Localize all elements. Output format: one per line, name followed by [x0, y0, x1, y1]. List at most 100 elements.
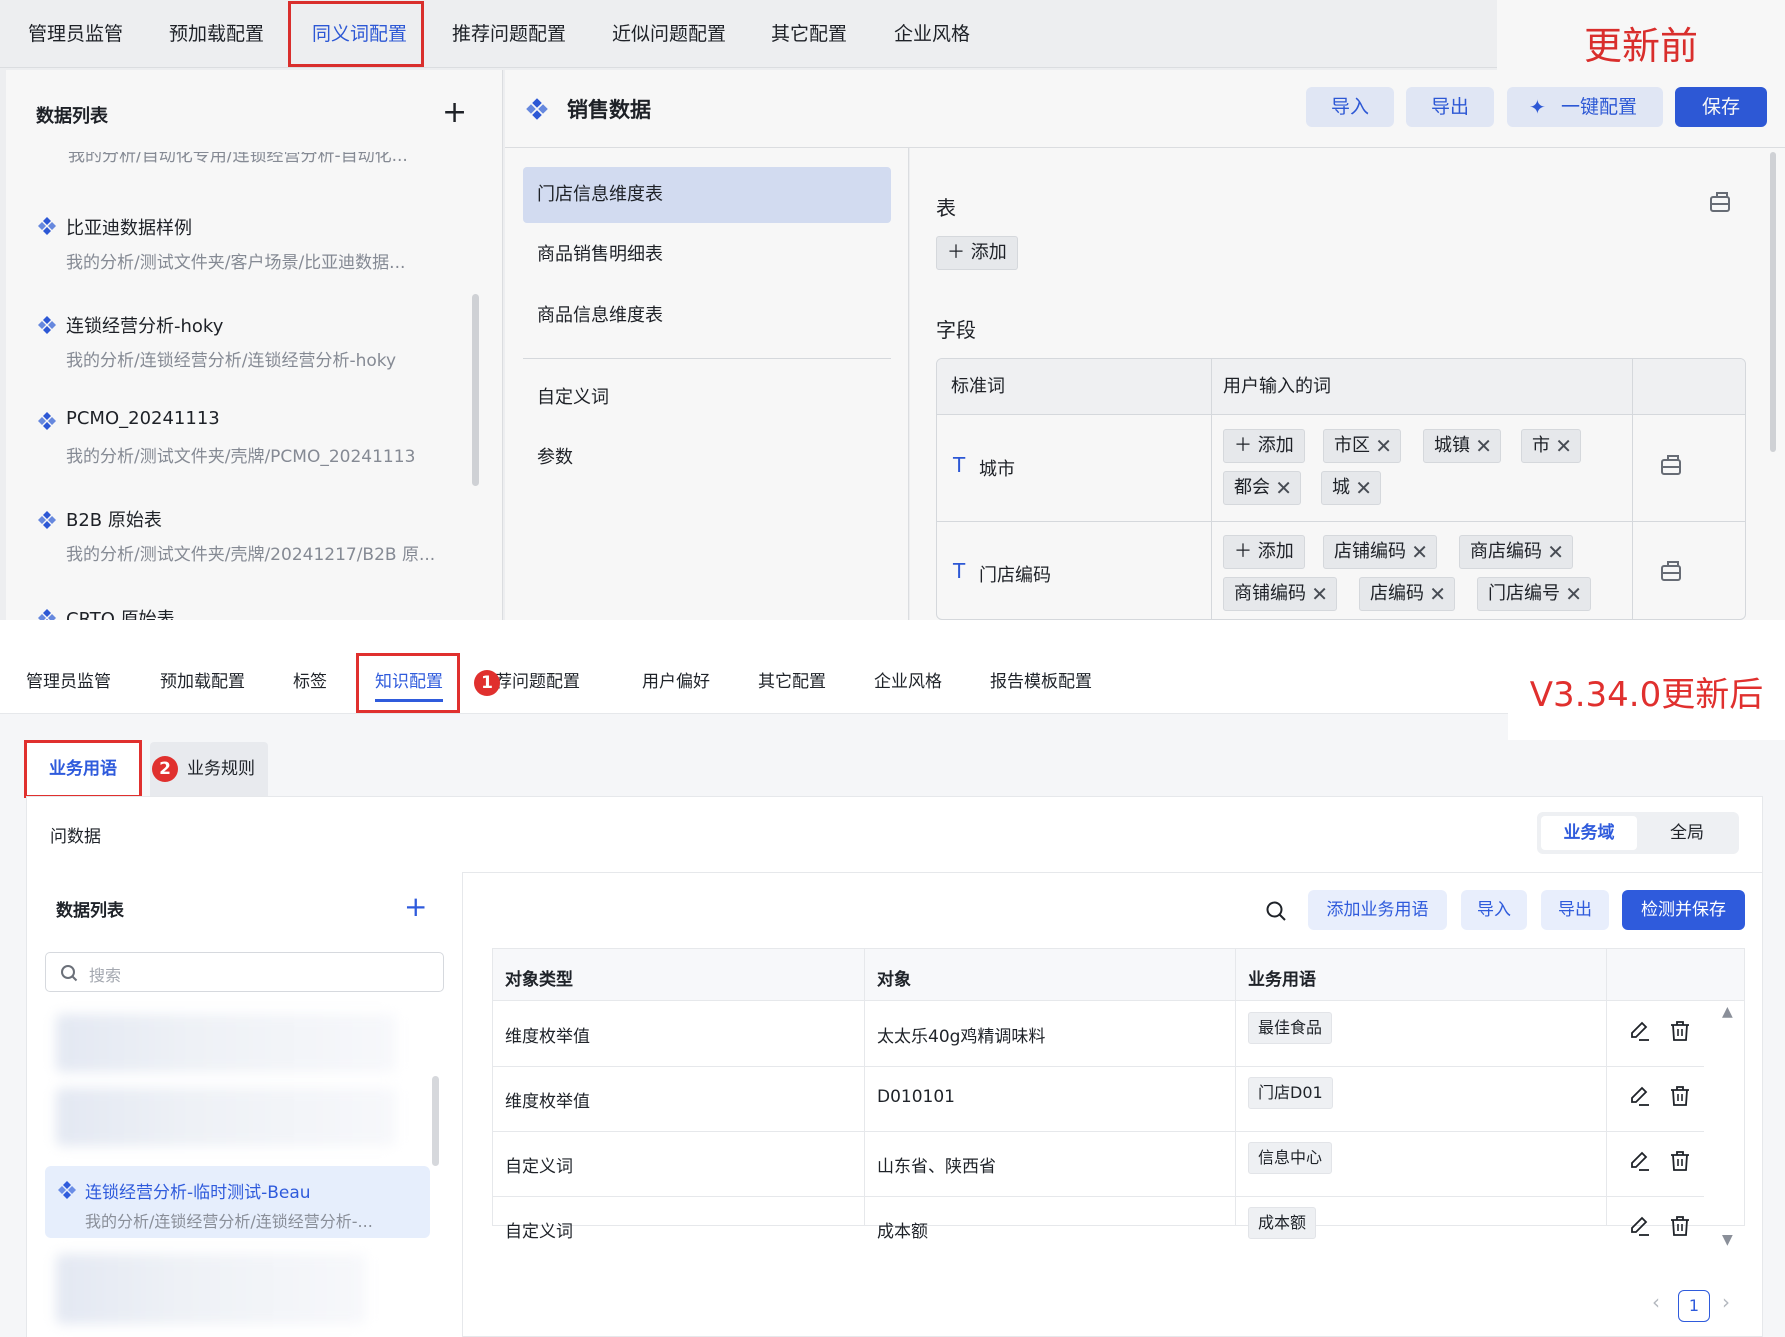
before-ds-name[interactable]: B2B 原始表 [66, 506, 162, 532]
delete-icon[interactable] [1668, 1084, 1692, 1108]
before-tab-recommend[interactable]: 推荐问题配置 [452, 0, 566, 68]
after-export-button[interactable]: 导出 [1541, 890, 1609, 930]
pager-next-icon[interactable]: › [1722, 1290, 1730, 1314]
before-custom-word-item[interactable]: 自定义词 [523, 370, 891, 426]
before-table-item[interactable]: 门店信息维度表 [523, 167, 891, 223]
before-tab-admin[interactable]: 管理员监管 [28, 0, 123, 68]
add-synonym-button[interactable]: ＋ 添加 [1223, 429, 1305, 463]
before-tab-similar[interactable]: 近似问题配置 [612, 0, 726, 68]
close-icon[interactable]: ✕ [1475, 430, 1492, 462]
after-tab-style[interactable]: 企业风格 [874, 650, 942, 714]
before-table-item[interactable]: 商品销售明细表 [523, 227, 891, 283]
before-save-button[interactable]: 保存 [1675, 87, 1767, 127]
scroll-up-arrow[interactable]: ▲ [1722, 1004, 1733, 1020]
after-list-scrollbar[interactable] [432, 1076, 439, 1166]
blurred-list-item[interactable] [56, 1254, 366, 1324]
synonym-tag[interactable]: 城镇 ✕ [1423, 429, 1501, 463]
divider [1606, 949, 1607, 1225]
selected-dataset-name: 连锁经营分析-临时测试-Beau [85, 1183, 311, 1203]
synonym-tag-label: 商铺编码 [1234, 583, 1306, 604]
synonym-tag[interactable]: 市 ✕ [1521, 429, 1581, 463]
row-object: D010101 [877, 1087, 955, 1107]
blurred-list-item[interactable] [56, 1014, 396, 1072]
close-icon[interactable]: ✕ [1275, 472, 1292, 504]
before-add-icon[interactable]: + [442, 98, 467, 128]
close-icon[interactable]: ✕ [1375, 430, 1392, 462]
after-tab-other[interactable]: 其它配置 [758, 650, 826, 714]
edit-icon[interactable] [1628, 1149, 1652, 1173]
after-import-button[interactable]: 导入 [1461, 890, 1527, 930]
after-tab-report-template[interactable]: 报告模板配置 [990, 650, 1092, 714]
synonym-tag[interactable]: 商店编码 ✕ [1459, 535, 1573, 569]
pager-prev-icon[interactable]: ‹ [1652, 1290, 1660, 1314]
close-icon[interactable]: ✕ [1429, 578, 1446, 610]
after-selected-dataset[interactable]: 连锁经营分析-临时测试-Beau 我的分析/连锁经营分析/连锁经营分析-... [45, 1166, 430, 1238]
before-tab-style[interactable]: 企业风格 [894, 0, 970, 68]
plus-icon: ＋ [1234, 541, 1258, 562]
briefcase-icon[interactable] [1661, 455, 1681, 475]
delete-icon[interactable] [1668, 1214, 1692, 1238]
scope-domain[interactable]: 业务域 [1541, 816, 1637, 850]
synonym-tag[interactable]: 都会 ✕ [1223, 471, 1301, 505]
add-label: 添加 [1257, 541, 1294, 562]
add-business-term-button[interactable]: 添加业务用语 [1308, 890, 1447, 930]
search-placeholder: 搜索 [89, 966, 122, 985]
check-and-save-button[interactable]: 检测并保存 [1622, 890, 1745, 930]
before-tab-preload[interactable]: 预加载配置 [169, 0, 264, 68]
after-tab-preference[interactable]: 用户偏好 [642, 650, 710, 714]
delete-icon[interactable] [1668, 1019, 1692, 1043]
after-tab-admin[interactable]: 管理员监管 [26, 650, 111, 714]
search-icon[interactable] [1265, 900, 1287, 922]
scope-global[interactable]: 全局 [1639, 816, 1735, 850]
synonym-tag[interactable]: 店编码 ✕ [1359, 577, 1455, 611]
close-icon[interactable]: ✕ [1547, 536, 1564, 568]
synonym-tag-label: 店铺编码 [1334, 541, 1406, 562]
before-ds-name[interactable]: 比亚迪数据样例 [66, 214, 192, 240]
before-list-scrollbar[interactable] [472, 294, 479, 486]
after-tab-preload[interactable]: 预加载配置 [160, 650, 245, 714]
divider [1632, 359, 1633, 619]
before-ds-name[interactable]: CRTO 原始表 [66, 605, 175, 620]
close-icon[interactable]: ✕ [1411, 536, 1428, 568]
dataset-icon [38, 609, 56, 620]
blurred-list-item[interactable] [56, 1088, 396, 1146]
close-icon[interactable]: ✕ [1565, 578, 1582, 610]
pager-current[interactable]: 1 [1678, 1290, 1710, 1322]
after-search-input[interactable]: 搜索 [45, 952, 444, 992]
synonym-tag[interactable]: 商铺编码 ✕ [1223, 577, 1337, 611]
before-import-button[interactable]: 导入 [1306, 87, 1394, 127]
synonym-tag[interactable]: 门店编号 ✕ [1477, 577, 1591, 611]
step-badge-1: 1 [474, 670, 500, 696]
briefcase-icon[interactable] [1710, 192, 1730, 212]
before-export-button[interactable]: 导出 [1406, 87, 1494, 127]
before-add-table-button[interactable]: ＋ 添加 [936, 236, 1018, 270]
before-data-list-panel: 数据列表 + 我的分析/自动化专用/连锁经营分析-自动化... 比亚迪数据样例 … [6, 70, 503, 620]
synonym-tag[interactable]: 店铺编码 ✕ [1323, 535, 1437, 569]
after-tab-tag[interactable]: 标签 [293, 650, 327, 714]
synonym-tag-label: 市 [1532, 435, 1550, 456]
before-param-item[interactable]: 参数 [523, 430, 891, 486]
edit-icon[interactable] [1628, 1214, 1652, 1238]
after-add-icon[interactable]: + [404, 892, 427, 922]
synonym-tag[interactable]: 市区 ✕ [1323, 429, 1401, 463]
before-tab-other[interactable]: 其它配置 [771, 0, 847, 68]
before-one-click-button[interactable]: ✦ 一键配置 [1507, 87, 1663, 127]
search-icon [61, 965, 78, 982]
before-dataset-title: 销售数据 [567, 98, 651, 122]
briefcase-icon[interactable] [1661, 561, 1681, 581]
before-table-item[interactable]: 商品信息维度表 [523, 288, 891, 344]
before-detail-scrollbar[interactable] [1770, 152, 1776, 452]
close-icon[interactable]: ✕ [1555, 430, 1572, 462]
before-ds-name[interactable]: PCMO_20241113 [66, 408, 220, 429]
synonym-tag[interactable]: 城 ✕ [1321, 471, 1381, 505]
close-icon[interactable]: ✕ [1355, 472, 1372, 504]
edit-icon[interactable] [1628, 1019, 1652, 1043]
edit-icon[interactable] [1628, 1084, 1652, 1108]
close-icon[interactable]: ✕ [1311, 578, 1328, 610]
col-user-input: 用户输入的词 [1223, 376, 1331, 397]
before-ds-name[interactable]: 连锁经营分析-hoky [66, 312, 223, 338]
scroll-down-arrow[interactable]: ▼ [1722, 1232, 1733, 1248]
delete-icon[interactable] [1668, 1149, 1692, 1173]
business-terms-table: 对象类型 对象 业务用语 [492, 948, 1745, 1226]
add-synonym-button[interactable]: ＋ 添加 [1223, 535, 1305, 569]
